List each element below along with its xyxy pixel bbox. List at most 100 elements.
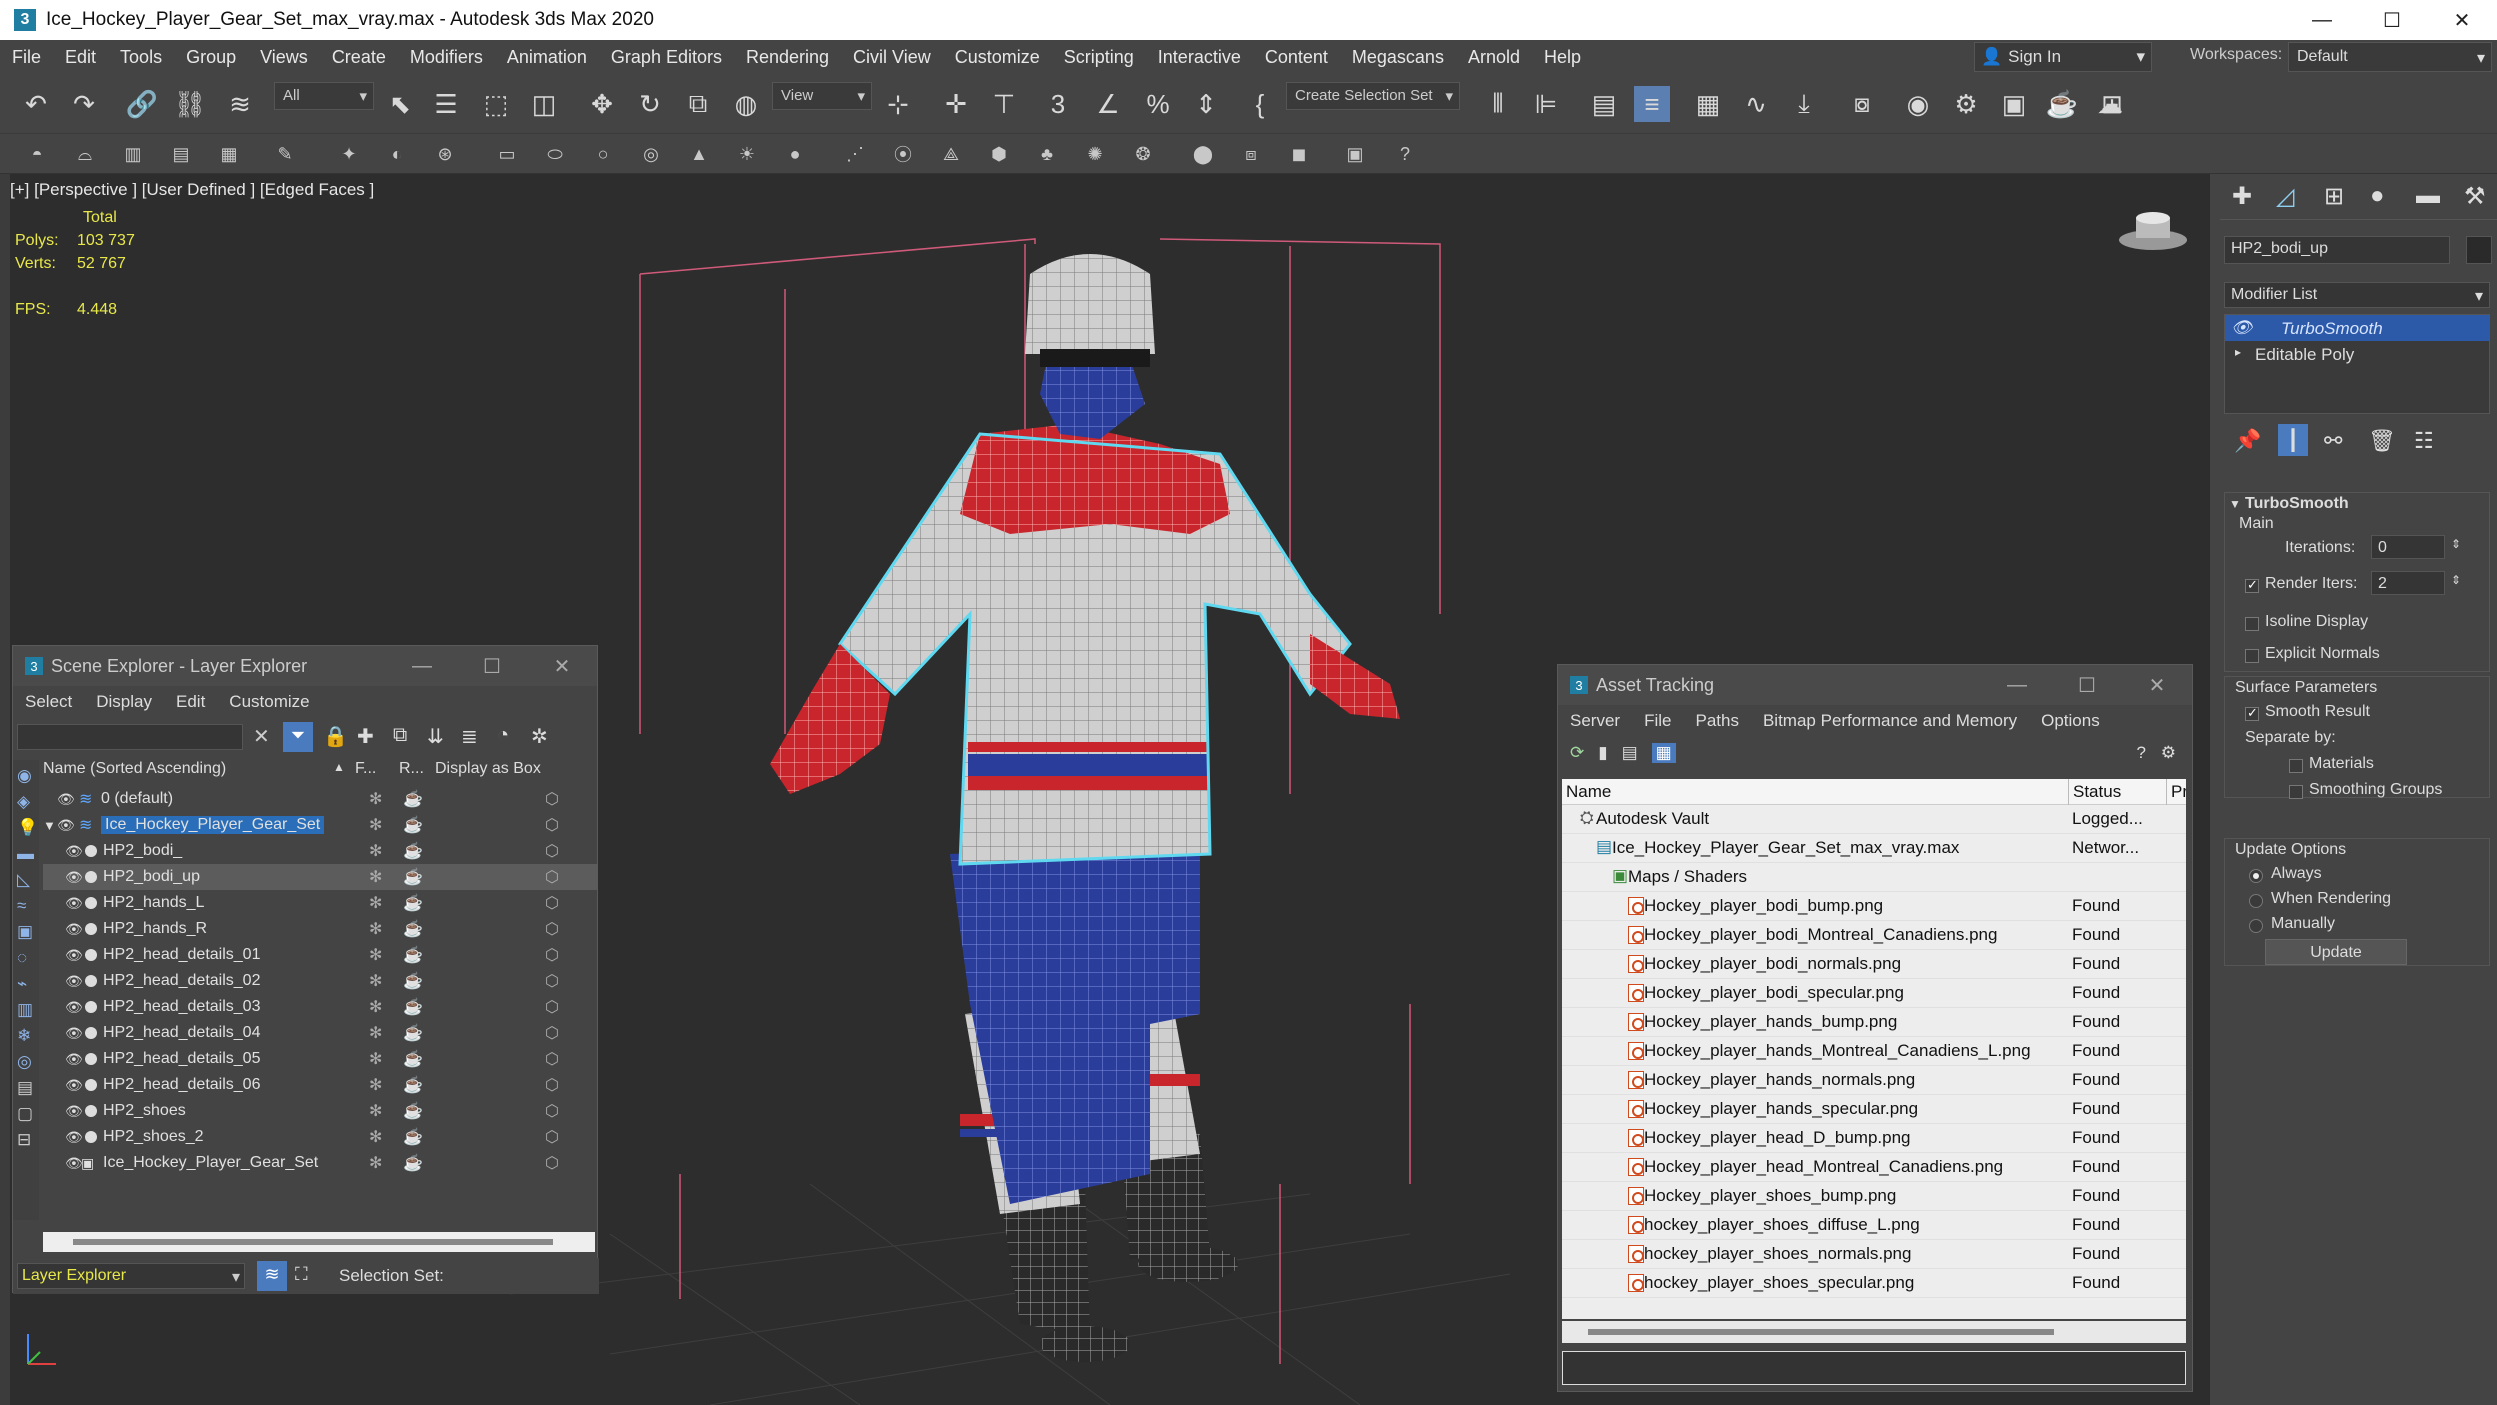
render-teapot-icon[interactable]: ☕	[403, 1023, 423, 1043]
sphere-primitive-icon[interactable]: ⬤	[1188, 139, 1218, 169]
render-teapot-icon[interactable]: ☕	[403, 893, 423, 913]
rotate-icon[interactable]: ↻	[632, 86, 668, 122]
minimize-icon[interactable]: —	[1982, 665, 2052, 705]
hierarchy-tab-icon[interactable]: ⊞	[2324, 182, 2344, 211]
schematic-view-icon[interactable]: ⧇	[1844, 86, 1880, 122]
render-teapot-icon[interactable]: ☕	[403, 789, 423, 809]
display-none-icon[interactable]: ▢	[17, 1104, 35, 1124]
modify-tab-icon[interactable]: ◿	[2276, 182, 2294, 211]
column-proxy[interactable]: Pr	[2166, 779, 2186, 805]
asset-row[interactable]: hockey_player_shoes_specular.png Found	[1562, 1269, 2186, 1298]
asset-tracking-titlebar[interactable]: 3 Asset Tracking — ☐ ✕	[1558, 665, 2192, 705]
layers-stack-icon[interactable]: ≣	[461, 724, 478, 749]
move-icon[interactable]: ✥	[584, 86, 620, 122]
freeze-icon[interactable]: ✻	[369, 1023, 382, 1043]
asset-row[interactable]: ▤ Ice_Hockey_Player_Gear_Set_max_vray.max…	[1562, 834, 2186, 863]
iterations-spinner[interactable]: 0	[2371, 535, 2445, 559]
asset-row[interactable]: hockey_player_shoes_diffuse_L.png Found	[1562, 1211, 2186, 1240]
viewport-label[interactable]: [+] [Perspective ] [User Defined ] [Edge…	[10, 180, 374, 200]
asset-row[interactable]: Hockey_player_bodi_normals.png Found	[1562, 950, 2186, 979]
box-display-icon[interactable]: ⬡	[545, 867, 559, 887]
visibility-eye-icon[interactable]: 👁	[65, 947, 83, 964]
horizontal-scrollbar[interactable]	[43, 1232, 595, 1252]
spinner-arrows-icon[interactable]: ⇕	[2451, 573, 2461, 587]
explorer-type-dropdown[interactable]: Layer Explorer ▾	[17, 1263, 245, 1289]
filter-icon[interactable]: ⏷	[283, 722, 313, 752]
display-containers-icon[interactable]: ▥	[17, 1000, 35, 1020]
named-selection-dropdown[interactable]: Create Selection Set ▾	[1286, 82, 1460, 110]
add-selected-to-layer-icon[interactable]: ⧉	[393, 724, 407, 747]
turbosmooth-title[interactable]: TurboSmooth	[2245, 495, 2349, 513]
grid-view-icon[interactable]: ▦	[1651, 743, 1676, 763]
display-invert-icon[interactable]: ⊟	[17, 1130, 35, 1150]
asset-row[interactable]: Hockey_player_bodi_bump.png Found	[1562, 892, 2186, 921]
always-radio[interactable]	[2249, 869, 2263, 883]
edit-named-selection-icon[interactable]: {	[1242, 86, 1278, 122]
hair-tool-icon[interactable]: ⋰	[840, 139, 870, 169]
select-manipulate-icon[interactable]: ✛	[938, 86, 974, 122]
utilities-tab-icon[interactable]: ⚒	[2464, 182, 2486, 211]
isoline-display-checkbox[interactable]	[2245, 617, 2259, 631]
ellipse-shape-icon[interactable]: ⬭	[540, 139, 570, 169]
menu-edit[interactable]: Edit	[53, 47, 108, 68]
display-bones-icon[interactable]: ⌁	[17, 974, 35, 994]
display-cameras-icon[interactable]: ▬	[17, 844, 35, 864]
menu-modifiers[interactable]: Modifiers	[398, 47, 495, 68]
asset-row[interactable]: Hockey_player_head_D_bump.png Found	[1562, 1124, 2186, 1153]
menu-civil-view[interactable]: Civil View	[841, 47, 943, 68]
materials-checkbox[interactable]	[2289, 759, 2303, 773]
menu-graph-editors[interactable]: Graph Editors	[599, 47, 734, 68]
menu-customize[interactable]: Customize	[217, 692, 321, 712]
scrollbar-thumb[interactable]	[1588, 1329, 2054, 1335]
asset-row[interactable]: Hockey_player_hands_bump.png Found	[1562, 1008, 2186, 1037]
curve-editor-icon[interactable]: ∿	[1738, 86, 1774, 122]
render-element-icon[interactable]: ◼	[1284, 139, 1314, 169]
ribbon-icon[interactable]: ▦	[1690, 86, 1726, 122]
render-production-icon[interactable]: ☕	[2044, 86, 2080, 122]
rectangle-shape-icon[interactable]: ▭	[492, 139, 522, 169]
particle-tool-icon[interactable]: ❂	[1128, 139, 1158, 169]
menu-interactive[interactable]: Interactive	[1146, 47, 1253, 68]
column-display-as-box[interactable]: Display as Box	[435, 760, 541, 778]
column-status[interactable]: Status	[2068, 779, 2121, 805]
display-shapes-icon[interactable]: ◈	[17, 792, 35, 812]
menu-server[interactable]: Server	[1558, 711, 1632, 731]
object-row[interactable]: 👁 HP2_head_details_01 ✻ ☕ ⬡	[43, 942, 598, 968]
smoothing-groups-checkbox[interactable]	[2289, 785, 2303, 799]
asset-row[interactable]: Hockey_player_hands_Montreal_Canadiens_L…	[1562, 1037, 2186, 1066]
menu-scripting[interactable]: Scripting	[1052, 47, 1146, 68]
box-display-icon[interactable]: ⬡	[545, 971, 559, 991]
display-lights-icon[interactable]: 💡	[17, 818, 38, 838]
box-display-icon[interactable]: ⬡	[545, 1075, 559, 1095]
display-xrefs-icon[interactable]: ◌	[17, 948, 35, 968]
update-button[interactable]: Update	[2265, 939, 2407, 965]
help-icon[interactable]: ?	[2137, 743, 2146, 763]
camera-tool-icon[interactable]: ⊛	[430, 139, 460, 169]
visibility-eye-icon[interactable]: 👁	[65, 999, 83, 1016]
mirror-icon[interactable]: ⫴	[1480, 86, 1516, 122]
object-row[interactable]: 👁 HP2_head_details_06 ✻ ☕ ⬡	[43, 1072, 598, 1098]
column-name[interactable]: Name (Sorted Ascending)	[43, 760, 226, 778]
foliage-tool-icon[interactable]: ♣	[1032, 139, 1062, 169]
menu-rendering[interactable]: Rendering	[734, 47, 841, 68]
visibility-eye-icon[interactable]: 👁	[65, 973, 83, 990]
pivot-center-icon[interactable]: ⊹	[880, 86, 916, 122]
freeze-icon[interactable]: ✻	[369, 919, 382, 939]
visibility-eye-icon[interactable]: 👁	[65, 869, 83, 886]
show-end-result-icon[interactable]: ┃	[2278, 424, 2308, 456]
box-display-icon[interactable]: ⬡	[545, 945, 559, 965]
asset-row[interactable]: Hockey_player_hands_normals.png Found	[1562, 1066, 2186, 1095]
column-name[interactable]: Name	[1566, 782, 1611, 802]
eye-icon[interactable]: 👁	[2231, 318, 2253, 338]
render-teapot-icon[interactable]: ☕	[403, 867, 423, 887]
freeze-icon[interactable]: ✻	[369, 1049, 382, 1069]
add-layer-icon[interactable]: ✚	[357, 724, 374, 749]
freeze-icon[interactable]: ✻	[369, 1153, 382, 1173]
asset-row[interactable]: Hockey_player_bodi_specular.png Found	[1562, 979, 2186, 1008]
table-view-icon[interactable]: ▤	[1622, 743, 1638, 763]
freeze-icon[interactable]: ✻	[369, 1101, 382, 1121]
refresh-icon[interactable]: ⟳	[1570, 743, 1584, 763]
circle-shape-icon[interactable]: ○	[588, 139, 618, 169]
render-teapot-icon[interactable]: ☕	[403, 997, 423, 1017]
selection-filter-dropdown[interactable]: All ▾	[274, 82, 374, 110]
